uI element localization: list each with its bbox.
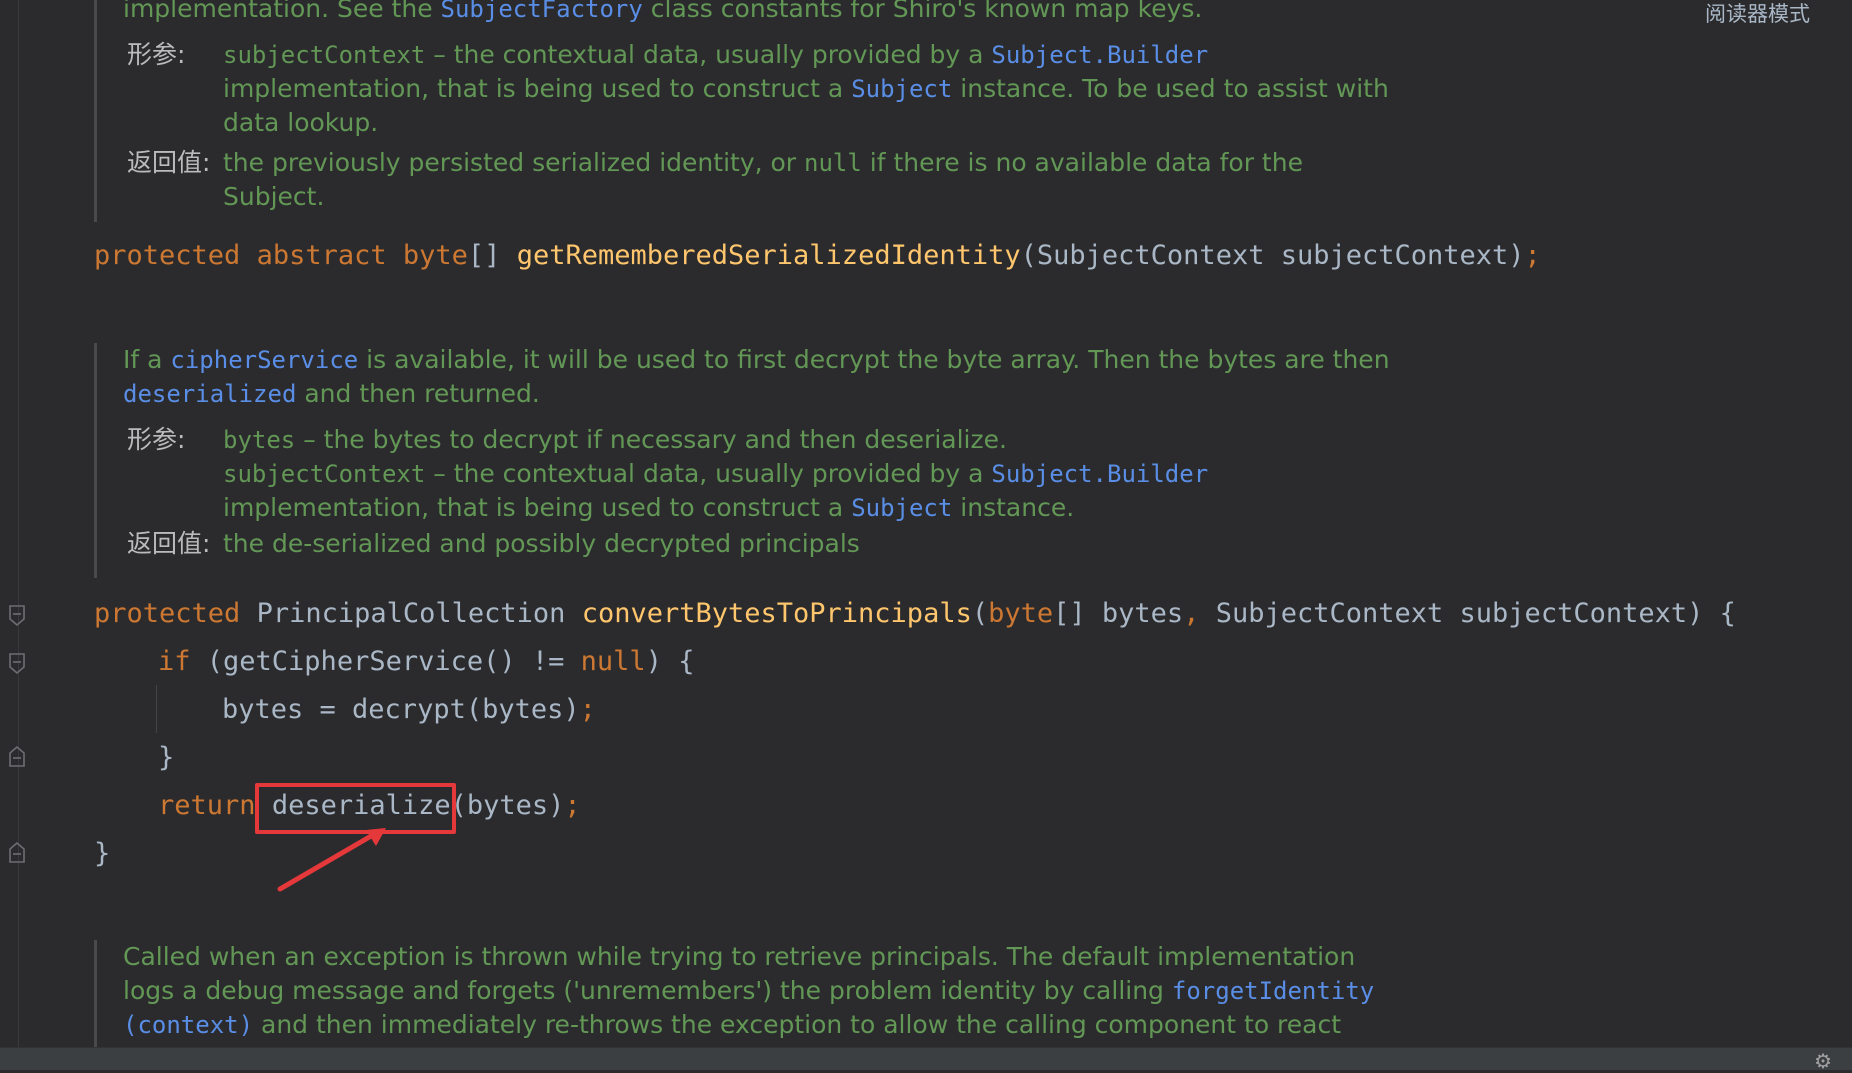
decrypt-line[interactable]: bytes = decrypt(bytes);: [222, 692, 596, 728]
code-text: }: [94, 838, 111, 869]
return-body: the previously persisted serialized iden…: [223, 146, 1423, 214]
return-body: the de-serialized and possibly decrypted…: [223, 529, 860, 558]
doc-link-subject-builder[interactable]: Subject.Builder: [991, 460, 1208, 488]
doc-text: logs a debug message and forgets ('unrem…: [123, 976, 1172, 1005]
param-name: subjectContext: [223, 41, 426, 69]
code-text: ,: [1183, 598, 1200, 629]
doc-link-forgetidentity[interactable]: forgetIdentity: [1172, 977, 1374, 1005]
param-tag: 形参:: [127, 425, 186, 454]
code-text: ) {: [645, 646, 695, 677]
param-tag: 形参:: [127, 40, 186, 69]
code-text: [] bytes: [1053, 598, 1184, 629]
doc-text: – the bytes to decrypt if necessary and …: [295, 425, 1007, 454]
param-name: bytes: [223, 426, 296, 454]
code-text: SubjectContext subjectContext) {: [1199, 598, 1736, 629]
doc-text: and then immediately re-throws the excep…: [253, 1010, 1342, 1039]
doc-link-subject[interactable]: Subject: [851, 494, 952, 522]
code-text: (bytes): [450, 790, 565, 821]
keyword: byte: [988, 598, 1054, 629]
javadoc-block-2: If a cipherService is available, it will…: [94, 343, 1423, 578]
param-body: bytes – the bytes to decrypt if necessar…: [223, 423, 1423, 525]
indent-guide: [156, 685, 157, 733]
doc-link-cipherservice[interactable]: cipherService: [170, 346, 358, 374]
code-text: (SubjectContext subjectContext): [1020, 240, 1525, 271]
doc-link-subjectfactory[interactable]: SubjectFactory: [441, 0, 643, 23]
doc-text: if there is no available data for the: [861, 148, 1303, 177]
arrow-annotation-icon: [277, 828, 386, 892]
doc-text: Subject.: [223, 182, 325, 211]
return-tag: 返回值:: [127, 529, 211, 558]
keyword: byte: [402, 240, 468, 271]
status-bar: ⚙: [0, 1047, 1852, 1071]
doc-text: data lookup.: [223, 108, 379, 137]
type-name: PrincipalCollection: [256, 598, 566, 629]
code-text: bytes = decrypt(bytes): [222, 694, 580, 725]
param-name: subjectContext: [223, 460, 426, 488]
fold-if-icon[interactable]: [8, 653, 26, 675]
doc-link-subject-builder[interactable]: Subject.Builder: [991, 41, 1208, 69]
editor-gutter: [0, 0, 19, 1050]
doc-link-subject[interactable]: Subject: [851, 75, 952, 103]
keyword: null: [580, 646, 646, 677]
return-row: 返回值: the de-serialized and possibly decr…: [123, 527, 1423, 561]
doc-text: is available, it will be used to first d…: [358, 345, 1390, 374]
keyword: protected: [94, 240, 241, 271]
doc-link-context[interactable]: (context): [123, 1011, 253, 1039]
method-close-brace[interactable]: }: [94, 836, 110, 872]
doc-text: and then returned.: [296, 379, 540, 408]
param-row: 形参: bytes – the bytes to decrypt if nece…: [123, 423, 1423, 525]
doc-text: class constants for Shiro's known map ke…: [642, 0, 1203, 23]
reader-mode-toggle[interactable]: 阅读器模式: [1705, 0, 1810, 28]
keyword: return: [158, 790, 256, 821]
gear-icon[interactable]: ⚙: [1814, 1051, 1832, 1071]
doc-text: If a: [123, 345, 171, 374]
doc-text: – the contextual data, usually provided …: [425, 40, 992, 69]
doc-text: instance. To be used to assist with: [952, 74, 1389, 103]
doc-text: the previously persisted serialized iden…: [223, 148, 805, 177]
doc-link-deserialized[interactable]: deserialized: [123, 380, 296, 408]
code-text: }: [158, 742, 175, 773]
doc-text: – the contextual data, usually provided …: [425, 459, 992, 488]
fold-end-method-icon[interactable]: [8, 841, 26, 863]
fold-end-if-icon[interactable]: [8, 745, 26, 767]
param-row: 形参: subjectContext – the contextual data…: [123, 38, 1423, 140]
keyword: protected: [94, 598, 241, 629]
code-text: (getCipherService() !=: [190, 646, 581, 677]
param-body: subjectContext – the contextual data, us…: [223, 38, 1423, 140]
return-tag: 返回值:: [127, 148, 211, 177]
javadoc-block-1: implementation. See the SubjectFactory c…: [94, 0, 1423, 222]
method-name[interactable]: getRememberedSerializedIdentity: [517, 240, 1021, 271]
if-line[interactable]: if (getCipherService() != null) {: [158, 644, 694, 680]
code-text: ;: [564, 790, 581, 821]
if-close-brace[interactable]: }: [158, 740, 174, 776]
abstract-method-signature[interactable]: protected abstract byte[] getRememberedS…: [94, 238, 1541, 274]
keyword: abstract: [256, 240, 387, 271]
doc-code: null: [804, 149, 862, 177]
doc-text: instance.: [952, 493, 1075, 522]
return-row: 返回值: the previously persisted serialized…: [123, 146, 1423, 214]
code-text: []: [467, 240, 501, 271]
method-name[interactable]: convertBytesToPrincipals: [582, 598, 972, 629]
keyword: if: [158, 646, 191, 677]
doc-text: implementation, that is being used to co…: [223, 493, 852, 522]
code-text: ;: [579, 694, 596, 725]
code-text: (: [971, 598, 989, 629]
doc-line: implementation. See the SubjectFactory c…: [123, 0, 1423, 26]
doc-text: Called when an exception is thrown while…: [123, 942, 1356, 971]
javadoc-block-3: Called when an exception is thrown while…: [94, 940, 1423, 1050]
doc-text: implementation. See the: [123, 0, 441, 23]
code-text: ;: [1524, 240, 1541, 271]
fold-method-icon[interactable]: [8, 605, 26, 627]
method-signature[interactable]: protected PrincipalCollection convertByt…: [94, 596, 1736, 632]
doc-text: implementation, that is being used to co…: [223, 74, 852, 103]
